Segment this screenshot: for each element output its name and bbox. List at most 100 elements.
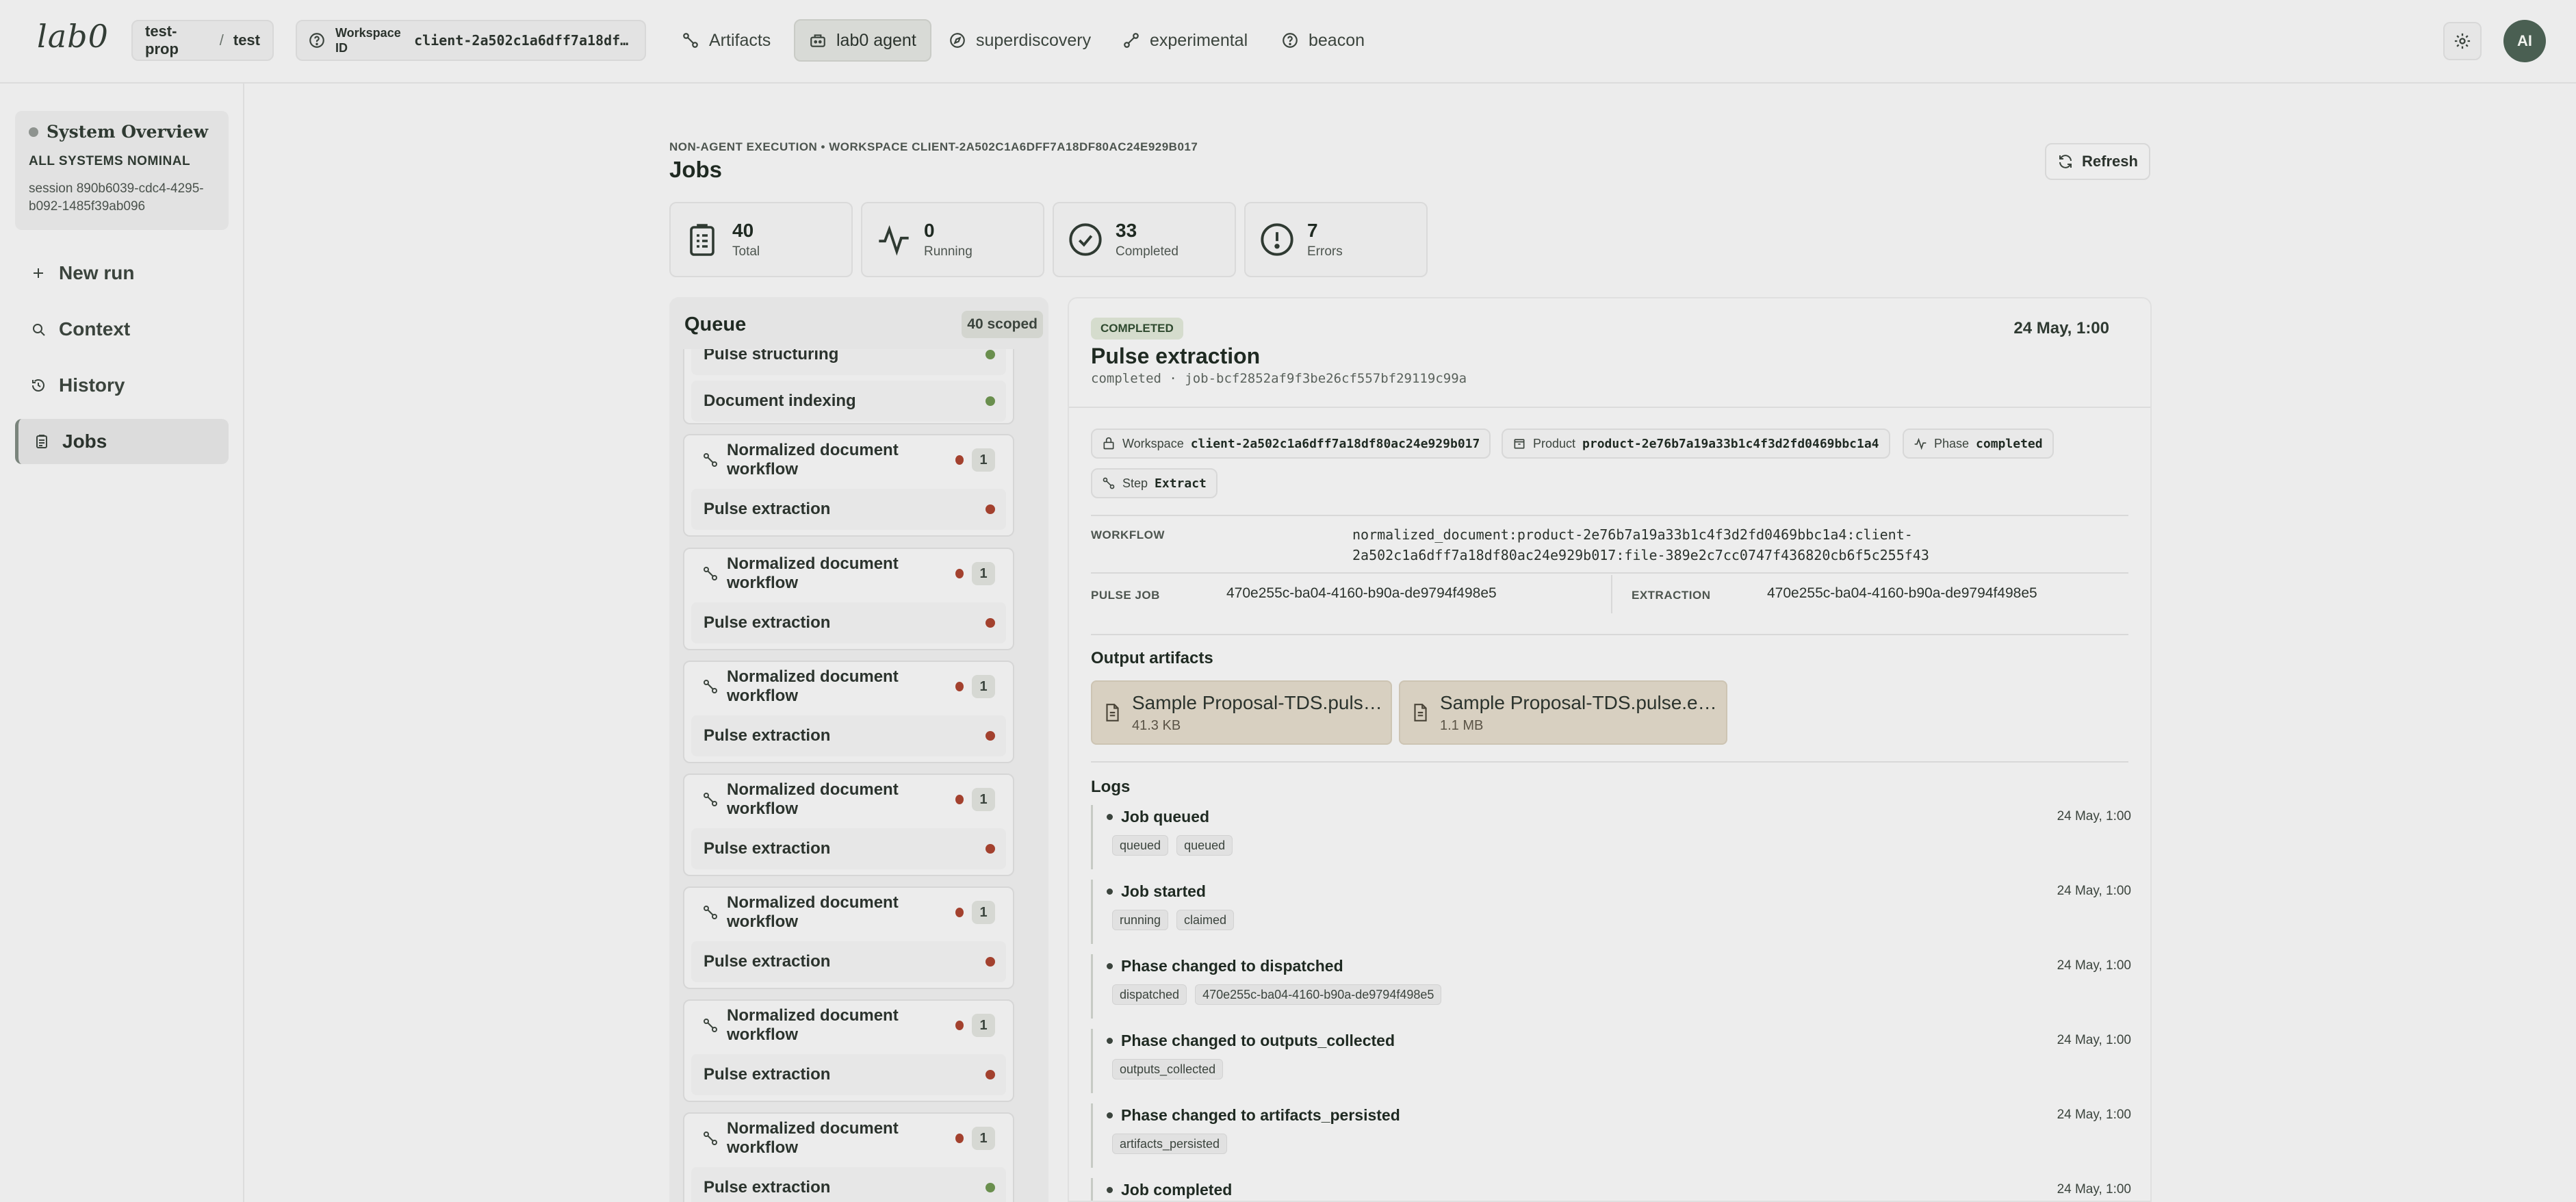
status-dot-success	[986, 1183, 995, 1192]
phase-icon	[1914, 437, 1927, 450]
search-icon	[30, 321, 47, 337]
system-status: ALL SYSTEMS NOMINAL	[29, 154, 191, 168]
workspace-id-label: Workspace ID	[335, 26, 401, 55]
workflow-label: Normalized document workflow	[727, 893, 899, 931]
queue-item[interactable]: Normalized document workflow 1 Pulse ext…	[683, 548, 1014, 650]
queue-child-row[interactable]: Pulse extraction	[691, 602, 1006, 643]
queue-child-row[interactable]: Pulse extraction	[691, 489, 1006, 530]
tag-phase: Phase completed	[1903, 429, 2054, 459]
sidebar-item-new-run[interactable]: New run	[15, 251, 229, 296]
app-logo[interactable]: lab0	[37, 18, 109, 55]
system-title-text: System Overview	[47, 122, 209, 142]
sidebar-item-jobs[interactable]: Jobs	[15, 419, 229, 464]
page-title: Jobs	[669, 157, 723, 182]
status-dot-error	[955, 908, 964, 917]
queue-child-row[interactable]: Pulse extraction	[691, 941, 1006, 982]
queue-item[interactable]: Normalized document workflow 1 Pulse ext…	[683, 999, 1014, 1102]
artifact-card[interactable]: Sample Proposal-TDS.pulse.extraction.jso…	[1399, 680, 1727, 745]
queue-child-row[interactable]: Document indexing	[691, 381, 1006, 422]
stat-errors-label: Errors	[1307, 244, 1343, 259]
divider	[1091, 515, 2128, 516]
workflow-row[interactable]: Normalized document workflow 1	[691, 1118, 1006, 1159]
log-date: 24 May, 1:00	[2057, 1108, 2131, 1122]
step-icon	[1102, 476, 1116, 490]
scoped-count-badge: 40 scoped	[962, 311, 1043, 338]
queue-item[interactable]: Normalized document workflow 1 Pulse ext…	[683, 434, 1014, 537]
log-entry: Job started 24 May, 1:00 running claimed	[1091, 880, 2131, 944]
workflow-row[interactable]: Normalized document workflow 1	[691, 779, 1006, 820]
divider	[1069, 407, 2150, 408]
status-dot-error	[986, 1070, 995, 1079]
queue-list[interactable]: Pulse structuring Document indexing Norm…	[683, 349, 1014, 1202]
job-label: Document indexing	[704, 392, 856, 410]
status-dot-error	[955, 1021, 964, 1030]
job-count-badge: 1	[972, 788, 995, 811]
job-count-badge: 1	[972, 1014, 995, 1037]
queue-child-row[interactable]: Pulse extraction	[691, 1167, 1006, 1202]
job-label: Pulse extraction	[704, 1065, 831, 1084]
stat-completed: 33 Completed	[1053, 202, 1236, 277]
sidebar-item-label: New run	[59, 262, 135, 283]
workflow-row[interactable]: Normalized document workflow 1	[691, 553, 1006, 594]
queue-item[interactable]: Pulse structuring Document indexing	[683, 349, 1014, 424]
refresh-label: Refresh	[2082, 153, 2138, 170]
nav-beacon[interactable]: beacon	[1267, 19, 1378, 62]
settings-button[interactable]	[2443, 22, 2482, 60]
status-badge: COMPLETED	[1091, 318, 1183, 340]
queue-child-row[interactable]: Pulse extraction	[691, 828, 1006, 869]
nav-experimental[interactable]: experimental	[1109, 19, 1261, 62]
system-overview-card: System Overview ALL SYSTEMS NOMINAL sess…	[15, 111, 229, 230]
divider	[1091, 634, 2128, 635]
log-title: Phase changed to outputs_collected	[1121, 1032, 1395, 1049]
nav-experimental-label: experimental	[1150, 30, 1248, 50]
status-dot-error	[955, 795, 964, 804]
nav-superdiscovery[interactable]: superdiscovery	[935, 19, 1105, 62]
workspace-id-selector[interactable]: Workspace ID client-2a502c1a6dff7a18df80…	[296, 20, 646, 61]
breadcrumb-separator: /	[219, 31, 224, 49]
queue-item[interactable]: Normalized document workflow 1 Pulse ext…	[683, 773, 1014, 876]
queue-item[interactable]: Normalized document workflow 1 Pulse ext…	[683, 661, 1014, 763]
workspace-id-value: client-2a502c1a6dff7a18df80ac24e929b017	[414, 32, 634, 49]
workflow-row[interactable]: Normalized document workflow 1	[691, 439, 1006, 481]
help-circle-icon	[308, 31, 326, 49]
bullet	[1107, 963, 1113, 969]
activity-icon	[875, 220, 913, 259]
queue-child-row[interactable]: Pulse structuring	[691, 349, 1006, 375]
log-chip: queued	[1176, 835, 1233, 856]
nav-artifacts[interactable]: Artifacts	[668, 19, 784, 62]
divider	[1091, 761, 2128, 763]
queue-child-row[interactable]: Pulse extraction	[691, 715, 1006, 756]
stat-running: 0 Running	[861, 202, 1044, 277]
log-entry: Phase changed to artifacts_persisted 24 …	[1091, 1103, 2131, 1168]
job-label: Pulse extraction	[704, 613, 831, 632]
workflow-row[interactable]: Normalized document workflow 1	[691, 892, 1006, 933]
check-circle-icon	[1066, 220, 1105, 259]
workflow-icon	[702, 904, 719, 921]
help-circle-icon	[1281, 31, 1299, 49]
sidebar-item-context[interactable]: Context	[15, 307, 229, 352]
artifact-card[interactable]: Sample Proposal-TDS.pulse.md 41.3 KB	[1091, 680, 1392, 745]
workflow-label: Normalized document workflow	[727, 554, 899, 592]
log-title: Phase changed to dispatched	[1121, 957, 1343, 975]
status-dot-success	[986, 396, 995, 406]
log-entry: Job completed 24 May, 1:00	[1091, 1178, 2131, 1201]
queue-child-row[interactable]: Pulse extraction	[691, 1054, 1006, 1095]
alert-circle-icon	[1258, 220, 1296, 259]
artifact-size: 41.3 KB	[1132, 717, 1181, 733]
user-avatar[interactable]: AI	[2503, 20, 2546, 62]
workflow-row[interactable]: Normalized document workflow 1	[691, 1005, 1006, 1046]
refresh-button[interactable]: Refresh	[2045, 143, 2150, 180]
workflow-icon	[702, 565, 719, 582]
project-breadcrumb[interactable]: test-prop / test	[131, 20, 274, 61]
workflow-icon	[702, 1130, 719, 1147]
sidebar-item-history[interactable]: History	[15, 363, 229, 408]
status-dot-error	[955, 682, 964, 691]
log-chip: claimed	[1176, 910, 1235, 930]
nav-lab0-agent[interactable]: lab0 agent	[794, 19, 931, 62]
nav-superdiscovery-label: superdiscovery	[976, 30, 1092, 50]
queue-item[interactable]: Normalized document workflow 1 Pulse ext…	[683, 886, 1014, 989]
queue-item[interactable]: Normalized document workflow 1 Pulse ext…	[683, 1112, 1014, 1202]
artifact-size: 1.1 MB	[1440, 717, 1484, 733]
workflow-row[interactable]: Normalized document workflow 1	[691, 666, 1006, 707]
log-chip: dispatched	[1112, 984, 1187, 1005]
